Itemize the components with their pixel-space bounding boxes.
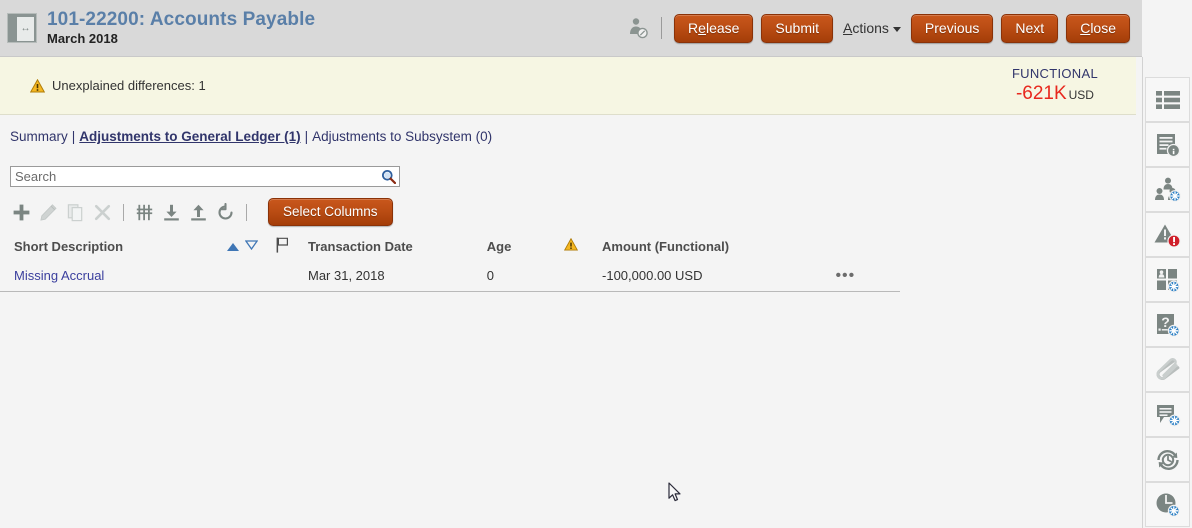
warning-triangle-icon (564, 238, 578, 251)
alert-warning-icon[interactable] (1145, 212, 1190, 257)
upload-icon[interactable] (185, 200, 212, 224)
contacts-people-icon[interactable] (1145, 167, 1190, 212)
edit-pencil-icon (35, 200, 62, 224)
warning-message-group: Unexplained differences: 1 (30, 78, 206, 93)
sort-control[interactable] (227, 239, 277, 254)
page-header: ↔ 101-22200: Accounts Payable March 2018… (0, 0, 1142, 57)
column-header-warning[interactable] (564, 238, 602, 254)
page-subtitle: March 2018 (47, 32, 315, 47)
table-header-row: Short Description Transaction Date Age (0, 232, 900, 260)
tab-bar: Summary|Adjustments to General Ledger (1… (10, 129, 492, 144)
previous-button[interactable]: Previous (911, 14, 993, 43)
help-question-icon[interactable]: ? (1145, 302, 1190, 347)
row-overflow-menu-icon[interactable]: ••• (835, 271, 855, 281)
functional-label: FUNCTIONAL (1012, 67, 1098, 82)
close-button[interactable]: Close (1066, 14, 1130, 43)
cell-age: 0 (487, 268, 564, 283)
mouse-cursor (668, 482, 682, 503)
comments-chat-icon[interactable] (1145, 392, 1190, 437)
add-icon[interactable] (8, 200, 35, 224)
flag-icon (276, 237, 289, 253)
functional-amount-group: -621KUSD (1012, 83, 1098, 105)
tiles-grid-icon[interactable] (1145, 257, 1190, 302)
warning-triangle-icon (30, 79, 45, 93)
time-clock-icon[interactable] (1145, 482, 1190, 527)
panel-toggle-arrows: ↔ (19, 26, 32, 32)
tab-summary[interactable]: Summary (10, 129, 68, 144)
warning-bar: Unexplained differences: 1 FUNCTIONAL -6… (0, 57, 1136, 115)
toolbar-separator-2 (246, 204, 247, 221)
tab-separator-2: | (305, 129, 309, 144)
functional-amount-value: -621K (1016, 83, 1067, 104)
functional-total: FUNCTIONAL -621KUSD (1012, 67, 1098, 105)
column-header-amount-functional[interactable]: Amount (Functional) (602, 239, 791, 254)
cell-row-menu[interactable]: ••• (791, 268, 900, 283)
chevron-down-icon (893, 27, 901, 32)
actions-menu-button[interactable]: Actions (841, 16, 903, 40)
column-header-flag[interactable] (276, 237, 308, 256)
refresh-undo-icon[interactable] (212, 200, 239, 224)
release-button[interactable]: Release (674, 14, 753, 43)
title-block: 101-22200: Accounts Payable March 2018 (47, 9, 315, 47)
list-view-icon[interactable] (1145, 77, 1190, 122)
cell-transaction-date: Mar 31, 2018 (308, 268, 487, 283)
svg-text:?: ? (1161, 314, 1170, 330)
adjustments-table: Short Description Transaction Date Age (0, 232, 900, 292)
right-sidebar: ? (1142, 57, 1192, 528)
column-header-transaction-date[interactable]: Transaction Date (308, 239, 487, 254)
application-window: ↔ 101-22200: Accounts Payable March 2018… (0, 0, 1192, 528)
column-header-short-description[interactable]: Short Description (0, 239, 227, 254)
tab-adjustments-subsystem[interactable]: Adjustments to Subsystem (0) (312, 129, 492, 144)
table-toolbar: Select Columns (8, 198, 393, 226)
person-badge-icon[interactable] (627, 16, 649, 40)
delete-x-icon (89, 200, 116, 224)
cell-amount-functional: -100,000.00 USD (602, 268, 791, 283)
table-row[interactable]: Missing Accrual Mar 31, 2018 0 -100,000.… (0, 260, 900, 292)
warning-message: Unexplained differences: 1 (52, 78, 206, 93)
tab-adjustments-general-ledger[interactable]: Adjustments to General Ledger (1) (79, 129, 300, 144)
submit-button[interactable]: Submit (761, 14, 833, 43)
search-magnifier-icon[interactable] (381, 169, 396, 184)
sort-ascending-icon[interactable] (227, 243, 239, 251)
expand-collapse-panel-icon[interactable]: ↔ (7, 13, 37, 43)
search-input[interactable] (11, 167, 379, 186)
next-button[interactable]: Next (1001, 14, 1058, 43)
toolbar-separator-1 (123, 204, 124, 221)
page-title: 101-22200: Accounts Payable (47, 9, 315, 31)
download-icon[interactable] (158, 200, 185, 224)
attachment-paperclip-icon[interactable] (1145, 347, 1190, 392)
search-box (10, 166, 400, 187)
copy-icon (62, 200, 89, 224)
history-refresh-icon[interactable] (1145, 437, 1190, 482)
document-info-icon[interactable] (1145, 122, 1190, 167)
cell-short-description: Missing Accrual (0, 268, 227, 283)
tab-separator-1: | (72, 129, 76, 144)
functional-amount-currency: USD (1069, 88, 1094, 102)
select-columns-button[interactable]: Select Columns (268, 198, 393, 226)
header-separator (661, 17, 662, 39)
sort-descending-icon[interactable] (245, 240, 258, 250)
column-header-age[interactable]: Age (487, 239, 564, 254)
row-link-short-description[interactable]: Missing Accrual (14, 268, 104, 283)
header-actions: Release Submit Actions Previous Next Clo… (627, 14, 1130, 43)
filter-columns-icon[interactable] (131, 200, 158, 224)
